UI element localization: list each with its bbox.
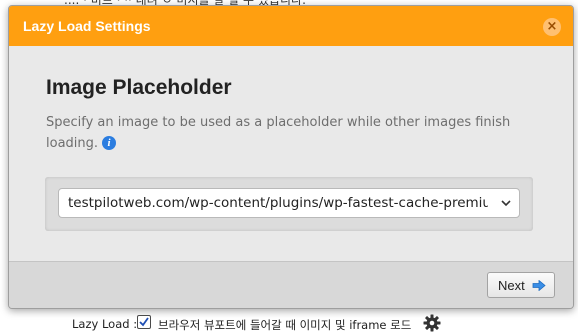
lazy-load-description: 브라우저 뷰포트에 들어갈 때 이미지 및 iframe 로드 (158, 318, 412, 332)
close-icon: × (546, 19, 558, 34)
close-button[interactable]: × (543, 18, 561, 36)
placeholder-image-select[interactable]: testpilotweb.com/wp-content/plugins/wp-f… (58, 188, 520, 218)
dialog-footer: Next (9, 262, 573, 308)
info-icon[interactable]: i (102, 136, 117, 150)
dialog-title: Lazy Load Settings (23, 18, 151, 34)
section-description: Specify an image to be used as a placeho… (46, 112, 516, 154)
arrow-right-icon (532, 280, 546, 291)
gear-icon[interactable] (422, 313, 442, 333)
section-heading: Image Placeholder (46, 76, 232, 99)
dialog-body: Image Placeholder Specify an image to be… (9, 46, 573, 262)
dialog-header: Lazy Load Settings × (9, 6, 573, 46)
placeholder-select-panel: testpilotweb.com/wp-content/plugins/wp-f… (45, 177, 533, 231)
page: .... · 비트 · ·· 내려 ㅇ 미지를 알 할 수 있습니다. Lazy… (0, 0, 578, 335)
chevron-down-icon (501, 200, 511, 207)
checkmark-icon (139, 317, 149, 327)
description-text: Specify an image to be used as a placeho… (46, 115, 511, 151)
next-button-label: Next (498, 278, 525, 293)
placeholder-image-value: testpilotweb.com/wp-content/plugins/wp-f… (68, 195, 488, 211)
lazy-load-label: Lazy Load : (72, 317, 138, 331)
lazy-load-checkbox[interactable] (137, 315, 151, 329)
next-button[interactable]: Next (487, 272, 555, 298)
lazy-load-settings-dialog: Lazy Load Settings × Image Placeholder S… (8, 5, 574, 309)
